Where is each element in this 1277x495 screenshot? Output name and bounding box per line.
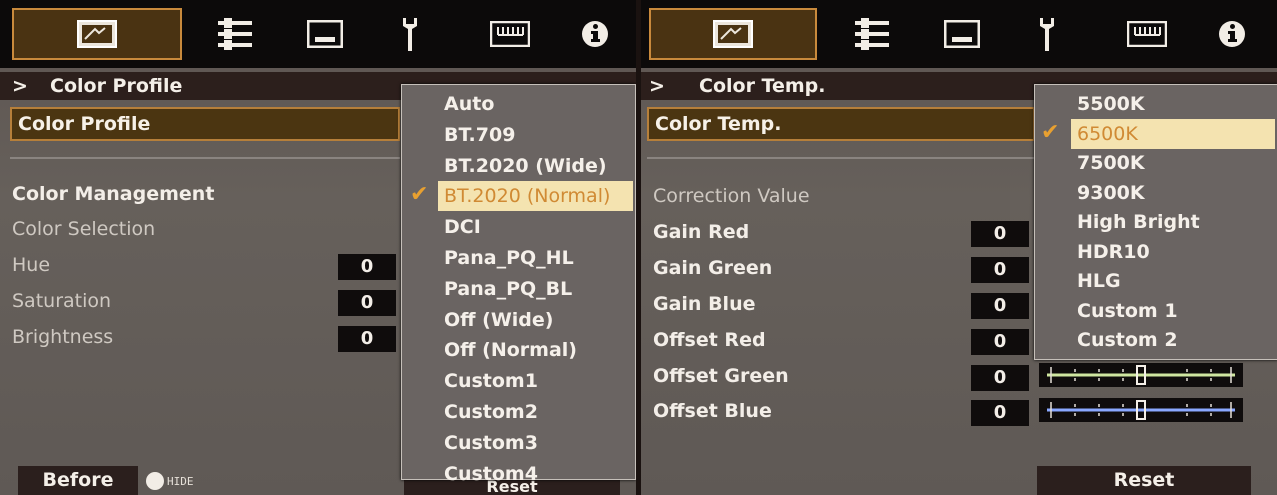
color-temp-row[interactable]: Color Temp. bbox=[647, 107, 1035, 141]
hue-label[interactable]: Hue bbox=[12, 254, 50, 276]
tab-test-pattern[interactable] bbox=[470, 8, 550, 60]
tab-position[interactable] bbox=[200, 8, 270, 60]
option-dci[interactable]: DCI bbox=[444, 212, 481, 242]
breadcrumb-arrow: > bbox=[649, 75, 665, 97]
display-icon bbox=[307, 20, 343, 48]
menu-tab-bar bbox=[0, 0, 636, 68]
test-pattern-icon bbox=[490, 21, 530, 47]
gain-blue-label[interactable]: Gain Blue bbox=[653, 293, 755, 315]
menu-tab-bar bbox=[641, 0, 1277, 68]
option-custom2[interactable]: Custom2 bbox=[444, 397, 538, 427]
tab-picture[interactable] bbox=[649, 8, 817, 60]
toggle-circle-icon bbox=[146, 472, 164, 490]
offset-blue-value: 0 bbox=[971, 400, 1029, 426]
offset-red-label[interactable]: Offset Red bbox=[653, 329, 766, 351]
offset-blue-slider[interactable] bbox=[1039, 398, 1243, 422]
offset-green-label[interactable]: Offset Green bbox=[653, 365, 789, 387]
tab-test-pattern[interactable] bbox=[1107, 8, 1187, 60]
position-icon bbox=[218, 18, 252, 50]
breadcrumb-title: Color Profile bbox=[50, 75, 183, 97]
color-temp-panel: > Color Temp. Color Temp. Correction Val… bbox=[641, 0, 1277, 495]
saturation-value: 0 bbox=[338, 290, 396, 316]
option-9300k[interactable]: 9300K bbox=[1077, 178, 1145, 208]
tab-setup[interactable] bbox=[380, 8, 440, 60]
tab-picture[interactable] bbox=[12, 8, 182, 60]
picture-icon bbox=[713, 20, 753, 48]
hide-toggle[interactable]: HIDE bbox=[146, 472, 194, 490]
color-temp-dropdown: 5500K ✔ 6500K 7500K 9300K High Bright HDR10 HLG… bbox=[1034, 84, 1277, 360]
option-bt-2020-wide[interactable]: BT.2020 (Wide) bbox=[444, 151, 607, 181]
option-5500k[interactable]: 5500K bbox=[1077, 89, 1145, 119]
reset-button[interactable]: Reset bbox=[1037, 466, 1251, 495]
tab-setup[interactable] bbox=[1017, 8, 1077, 60]
offset-green-slider-track bbox=[1047, 365, 1235, 385]
option-pana-pq-hl[interactable]: Pana_PQ_HL bbox=[444, 243, 574, 273]
gain-red-value: 0 bbox=[971, 221, 1029, 247]
offset-green-slider[interactable] bbox=[1039, 363, 1243, 387]
option-7500k[interactable]: 7500K bbox=[1077, 148, 1145, 178]
option-custom3[interactable]: Custom3 bbox=[444, 428, 538, 458]
checkmark-icon: ✔ bbox=[1041, 119, 1060, 145]
before-button[interactable]: Before bbox=[18, 466, 138, 495]
tab-info[interactable] bbox=[570, 8, 620, 60]
gain-blue-value: 0 bbox=[971, 293, 1029, 319]
brightness-value: 0 bbox=[338, 326, 396, 352]
option-off-wide[interactable]: Off (Wide) bbox=[444, 305, 553, 335]
option-custom1[interactable]: Custom1 bbox=[444, 366, 538, 396]
option-6500k[interactable]: 6500K bbox=[1071, 118, 1275, 149]
option-hlg[interactable]: HLG bbox=[1077, 266, 1121, 296]
option-custom-1[interactable]: Custom 1 bbox=[1077, 296, 1178, 326]
tab-display[interactable] bbox=[927, 8, 997, 60]
breadcrumb-title: Color Temp. bbox=[699, 75, 826, 97]
wrench-icon bbox=[403, 18, 417, 51]
color-profile-dropdown: Auto BT.709 BT.2020 (Wide) ✔ BT.2020 (Normal… bbox=[401, 84, 636, 485]
gain-green-value: 0 bbox=[971, 257, 1029, 283]
position-icon bbox=[855, 18, 889, 50]
test-pattern-icon bbox=[1127, 21, 1167, 47]
divider bbox=[647, 157, 1035, 159]
stage: > Color Profile Color Profile Color Mana… bbox=[0, 0, 1277, 495]
wrench-icon bbox=[1040, 18, 1054, 51]
option-hdr10[interactable]: HDR10 bbox=[1077, 237, 1150, 267]
tab-display[interactable] bbox=[290, 8, 360, 60]
gain-green-label[interactable]: Gain Green bbox=[653, 257, 772, 279]
display-icon bbox=[944, 20, 980, 48]
breadcrumb-arrow: > bbox=[12, 75, 28, 97]
option-auto[interactable]: Auto bbox=[444, 89, 494, 119]
offset-red-value: 0 bbox=[971, 329, 1029, 355]
hide-label: HIDE bbox=[167, 474, 194, 488]
tab-info[interactable] bbox=[1207, 8, 1257, 60]
info-icon bbox=[582, 21, 608, 47]
color-management-label[interactable]: Color Management bbox=[12, 183, 214, 205]
gain-red-label[interactable]: Gain Red bbox=[653, 221, 749, 243]
color-profile-row[interactable]: Color Profile bbox=[10, 107, 400, 141]
divider bbox=[10, 157, 400, 159]
brightness-label[interactable]: Brightness bbox=[12, 326, 113, 348]
picture-icon bbox=[77, 20, 117, 48]
offset-blue-label[interactable]: Offset Blue bbox=[653, 400, 772, 422]
color-selection-label[interactable]: Color Selection bbox=[12, 218, 155, 240]
tab-position[interactable] bbox=[837, 8, 907, 60]
option-high-bright[interactable]: High Bright bbox=[1077, 207, 1200, 237]
hue-value: 0 bbox=[338, 254, 396, 280]
offset-blue-slider-track bbox=[1047, 400, 1235, 420]
offset-green-value: 0 bbox=[971, 365, 1029, 391]
option-bt-2020-normal[interactable]: BT.2020 (Normal) bbox=[438, 181, 633, 212]
option-custom4[interactable]: Custom4 bbox=[444, 459, 538, 489]
correction-value-label: Correction Value bbox=[653, 185, 810, 207]
option-bt-709[interactable]: BT.709 bbox=[444, 120, 515, 150]
checkmark-icon: ✔ bbox=[410, 182, 429, 208]
color-profile-panel: > Color Profile Color Profile Color Mana… bbox=[0, 0, 636, 495]
info-icon bbox=[1219, 21, 1245, 47]
saturation-label[interactable]: Saturation bbox=[12, 290, 111, 312]
option-custom-2[interactable]: Custom 2 bbox=[1077, 325, 1178, 355]
option-off-normal[interactable]: Off (Normal) bbox=[444, 335, 577, 365]
option-pana-pq-bl[interactable]: Pana_PQ_BL bbox=[444, 274, 572, 304]
